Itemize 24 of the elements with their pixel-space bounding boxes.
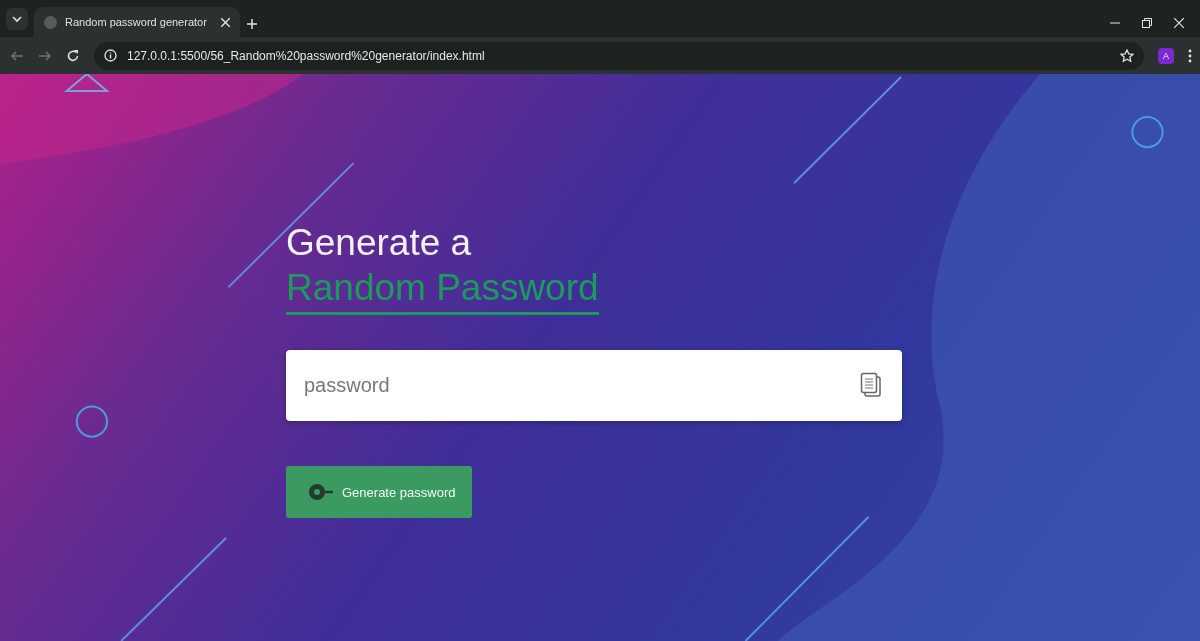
ring-shape (1131, 116, 1164, 149)
bookmark-star-icon[interactable] (1120, 48, 1134, 63)
favicon-icon (44, 15, 57, 29)
new-tab-icon[interactable] (246, 18, 258, 30)
browser-tab[interactable]: Random password generator (34, 7, 240, 37)
forward-icon[interactable] (38, 48, 52, 63)
profile-avatar[interactable]: A (1158, 47, 1174, 64)
close-icon[interactable] (1174, 18, 1184, 28)
highlight-heading: Random Password (286, 266, 599, 315)
info-icon[interactable] (104, 49, 117, 62)
menu-icon[interactable] (1188, 48, 1192, 63)
reload-icon[interactable] (66, 48, 80, 63)
back-icon[interactable] (10, 48, 24, 63)
ring-shape (75, 405, 109, 438)
key-icon (308, 483, 334, 501)
heading: Generate a (286, 221, 472, 265)
tab-list-icon[interactable] (6, 8, 28, 30)
url-text: 127.0.0.1:5500/56_Random%20password%20generator/index.html (127, 48, 485, 63)
address-bar[interactable]: 127.0.0.1:5500/56_Random%20password%20generator/index.html (94, 41, 1144, 70)
triangle-outline (63, 74, 110, 93)
close-tab-icon[interactable] (221, 17, 230, 27)
password-field[interactable]: password (286, 350, 902, 421)
copy-icon[interactable] (860, 372, 882, 398)
restore-icon[interactable] (1142, 18, 1152, 28)
